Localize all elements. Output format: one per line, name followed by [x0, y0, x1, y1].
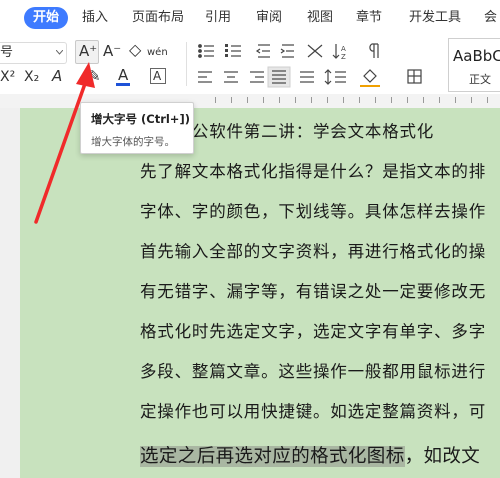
selected-text[interactable]: 选定之后再选对应的格式化图标: [140, 446, 405, 467]
paragraph-tools: A Z: [198, 43, 422, 88]
ribbon-tab-bar: 开始 插入 页面布局 引用 审阅 视图 章节 开发工具 会: [0, 0, 500, 36]
numbered-list-icon[interactable]: [225, 44, 241, 57]
align-left-icon[interactable]: [198, 71, 212, 83]
document-line: 有无错字、漏字等，有错误之处一定要修改无: [140, 282, 486, 301]
shading-icon[interactable]: [360, 69, 380, 87]
tooltip-description: 增大字体的字号。: [91, 136, 175, 148]
page-gutter: [0, 108, 20, 478]
increase-font-size-icon[interactable]: A⁺: [79, 42, 97, 60]
phonetic-guide-icon[interactable]: wén: [147, 44, 168, 62]
chinese-layout-icon[interactable]: [307, 44, 323, 58]
font-size-text: 号: [0, 45, 14, 60]
style-preview-text: AaBbC: [453, 47, 500, 65]
clear-format-icon[interactable]: ◇: [129, 41, 141, 59]
document-line: 首先输入全部的文字资料，再进行格式化的操: [140, 242, 486, 261]
increase-font-size-tooltip: 增大字号 (Ctrl+]) 增大字体的字号。: [80, 102, 194, 154]
decrease-indent-icon[interactable]: [255, 44, 270, 58]
svg-text:Z: Z: [341, 53, 346, 61]
increase-indent-icon[interactable]: [280, 44, 294, 58]
style-name-label: 正文: [469, 73, 491, 86]
character-border-icon[interactable]: A: [150, 68, 166, 84]
superscript-icon[interactable]: X²: [0, 68, 15, 86]
document-line: 定操作也可以用快捷键。如选定整篇资料，可: [140, 402, 486, 421]
document-line: 格式化时先选定文字，选定文字有单字、多字: [140, 322, 486, 341]
font-color-swatch: [116, 83, 130, 86]
line-spacing-icon[interactable]: [324, 69, 346, 85]
document-line: 选定之后再选对应的格式化图标，如改文: [140, 442, 480, 468]
justify-active-bg: [267, 66, 291, 88]
tab-page-layout[interactable]: 页面布局: [132, 9, 184, 27]
tab-home[interactable]: 开始: [24, 7, 69, 29]
document-line: 字体、字的颜色，下划线等。具体怎样去操作: [140, 202, 486, 221]
document-line: 多段、整篇文章。这些操作一般都用鼠标进行: [140, 362, 486, 381]
tab-developer[interactable]: 开发工具: [409, 9, 461, 27]
tab-view[interactable]: 视图: [307, 9, 333, 27]
sort-icon[interactable]: A Z: [332, 44, 346, 61]
tab-member[interactable]: 会: [484, 9, 497, 27]
text-after-selection: ，如改文: [404, 446, 481, 467]
subscript-icon[interactable]: X₂: [24, 68, 39, 86]
horizontal-ruler[interactable]: [0, 94, 500, 109]
tab-references[interactable]: 引用: [205, 9, 231, 27]
font-color-icon[interactable]: A: [118, 66, 128, 84]
text-effect-icon[interactable]: A: [52, 67, 62, 85]
borders-icon[interactable]: [407, 69, 422, 84]
document-page[interactable]: 小时办公软件第二讲：学会文本格式化 先了解文本格式化指得是什么？是指文本的排 字…: [20, 108, 500, 478]
chevron-down-icon[interactable]: [56, 50, 63, 55]
bullet-list-icon[interactable]: [198, 44, 214, 58]
tooltip-title: 增大字号 (Ctrl+]): [91, 112, 190, 126]
tab-insert[interactable]: 插入: [82, 9, 108, 27]
show-marks-icon[interactable]: [369, 43, 379, 58]
document-line: 先了解文本格式化指得是什么？是指文本的排: [140, 162, 486, 181]
align-center-icon[interactable]: [224, 71, 238, 83]
style-normal-preview[interactable]: AaBbC 正文: [448, 38, 500, 92]
tab-review[interactable]: 审阅: [256, 9, 282, 27]
tab-chapter[interactable]: 章节: [356, 9, 382, 27]
decrease-font-size-icon[interactable]: A⁻: [103, 42, 121, 60]
toolbar-separator: [186, 42, 187, 86]
highlight-icon[interactable]: ✎: [88, 67, 101, 85]
distributed-align-icon[interactable]: [300, 71, 314, 83]
svg-text:A: A: [341, 45, 346, 53]
font-size-field[interactable]: 号: [0, 42, 67, 64]
align-right-icon[interactable]: [250, 71, 264, 83]
